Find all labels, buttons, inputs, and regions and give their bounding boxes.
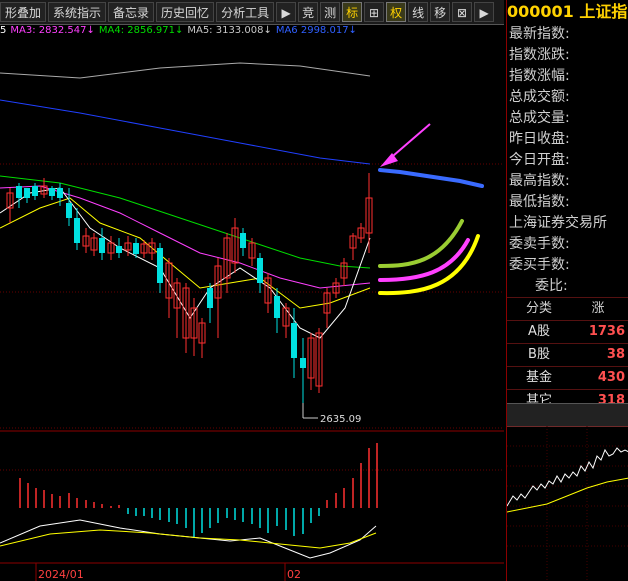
category-name: B股 xyxy=(528,347,550,362)
annot-green-stroke xyxy=(378,219,464,268)
toolbar-button-6[interactable]: 竞 xyxy=(298,2,319,22)
intraday-mini-chart xyxy=(507,426,628,581)
info-label: 最高指数: xyxy=(509,173,570,189)
candle-body xyxy=(291,323,297,358)
info-label: 指数涨幅: xyxy=(509,68,570,84)
category-header-cell: 分类 xyxy=(525,301,552,316)
index-name: 上证指 xyxy=(579,2,628,21)
toolbar-button-14[interactable]: ▶ xyxy=(474,2,495,22)
info-label: 委比: xyxy=(535,278,568,294)
category-row[interactable]: 基金 430 xyxy=(507,366,628,389)
mini-avg-line xyxy=(507,477,628,513)
ma-white-line xyxy=(0,187,371,339)
category-value: 38 xyxy=(606,347,625,362)
ma-blue-line xyxy=(0,99,371,165)
toolbar-button-12[interactable]: 移 xyxy=(430,2,451,22)
annot-blue-stroke xyxy=(378,168,484,188)
candle-body xyxy=(133,243,139,254)
mini-price-line xyxy=(507,447,628,507)
index-code: 000001 xyxy=(507,2,574,21)
category-row[interactable]: B股 38 xyxy=(507,343,628,366)
info-label: 总成交量: xyxy=(509,110,570,126)
candle-body xyxy=(240,233,246,248)
toolbar-button-1[interactable]: 系统指示 xyxy=(48,2,107,22)
ma-green-line xyxy=(0,175,371,269)
toolbar-button-2[interactable]: 备忘录 xyxy=(108,2,155,22)
candle-body xyxy=(24,188,30,198)
candle-body xyxy=(16,186,22,198)
toolbar: 形叠加 系统指示 备忘录 历史回忆 分析工具 ▶ 竞测标 ⊞ 权线移 ⊠ ▶ xyxy=(0,0,504,25)
candle-body xyxy=(274,296,280,318)
category-value: 430 xyxy=(597,370,625,385)
toolbar-button-10[interactable]: 权 xyxy=(386,2,407,22)
candle-body xyxy=(74,218,80,243)
axis-date-label: 2024/01 xyxy=(38,568,84,581)
candle-body xyxy=(257,258,263,283)
index-title: 000001 上证指 xyxy=(507,0,628,24)
category-table: 分类涨 A股 1736 B股 38 基金 430 其它 318 xyxy=(507,297,628,412)
toolbar-button-5[interactable]: ▶ xyxy=(276,2,297,22)
ma-legend-item: MA6 2998.017↓ xyxy=(275,25,357,36)
toolbar-button-11[interactable]: 线 xyxy=(408,2,429,22)
toolbar-button-13[interactable]: ⊠ xyxy=(452,2,473,22)
category-name: A股 xyxy=(528,324,550,339)
category-header: 分类 涨 xyxy=(507,297,628,320)
toolbar-button-3[interactable]: 历史回忆 xyxy=(156,2,215,22)
ma-legend-item: MA3: 2832.547↓ xyxy=(10,25,95,36)
ma-legend: 5 MA3: 2832.547↓ MA4: 2856.971↓ MA5: 3133.0… xyxy=(0,25,504,39)
toolbar-button-4[interactable]: 分析工具 xyxy=(216,2,275,22)
candle-body xyxy=(99,238,105,253)
toolbar-button-7[interactable]: 测 xyxy=(320,2,341,22)
ma-legend-item: MA5: 3133.008↓ xyxy=(187,25,272,36)
category-name: 基金 xyxy=(525,370,552,385)
category-value: 1736 xyxy=(588,324,625,339)
candle-body xyxy=(300,358,306,368)
macd-dif-line xyxy=(0,519,377,559)
ma-legend-item: 5 xyxy=(0,25,7,36)
candle-body xyxy=(32,186,38,196)
info-list: 最新指数: 指数涨跌: 指数涨幅: 总成交额: 总成交量: 昨日收盘: 今日开盘: 最高指数:… xyxy=(507,24,628,297)
info-label: 总成交额: xyxy=(509,89,570,105)
info-label: 昨日收盘: xyxy=(509,131,570,147)
candle-body xyxy=(57,188,63,198)
candle-body xyxy=(49,188,55,196)
ma-legend-item: MA4: 2856.971↓ xyxy=(98,25,184,36)
low-price-label: 2635.09 xyxy=(320,414,361,425)
toolbar-button-0[interactable]: 形叠加 xyxy=(0,2,47,22)
category-header-cell: 涨 xyxy=(591,301,605,316)
info-label: 委买手数: xyxy=(509,257,570,273)
category-row[interactable]: A股 1736 xyxy=(507,320,628,343)
axis-date-label: 02 xyxy=(287,568,301,581)
toolbar-button-9[interactable]: ⊞ xyxy=(364,2,385,22)
candle-body xyxy=(66,203,72,218)
info-label: 委卖手数: xyxy=(509,236,570,252)
info-label: 最新指数: xyxy=(509,26,570,42)
ma-gray-line xyxy=(0,62,371,79)
mini-chart-header xyxy=(507,403,628,427)
ma-magenta-line xyxy=(0,185,371,289)
ma-yellow-line xyxy=(0,197,371,309)
info-label: 上海证券交易所 xyxy=(509,215,607,231)
kline-chart[interactable]: 2635.09 2024/01 02 xyxy=(0,38,504,581)
candle-body xyxy=(116,246,122,253)
info-label: 最低指数: xyxy=(509,194,570,210)
candle-body xyxy=(157,248,163,283)
info-label: 今日开盘: xyxy=(509,152,570,168)
macd-dea-line xyxy=(0,529,377,549)
quote-panel: 000001 上证指 最新指数: 指数涨跌: 指数涨幅: 总成交额: 总成交量: 昨日收盘… xyxy=(506,0,628,581)
info-label: 指数涨跌: xyxy=(509,47,570,63)
candle-body xyxy=(207,288,213,308)
toolbar-button-8[interactable]: 标 xyxy=(342,2,363,22)
